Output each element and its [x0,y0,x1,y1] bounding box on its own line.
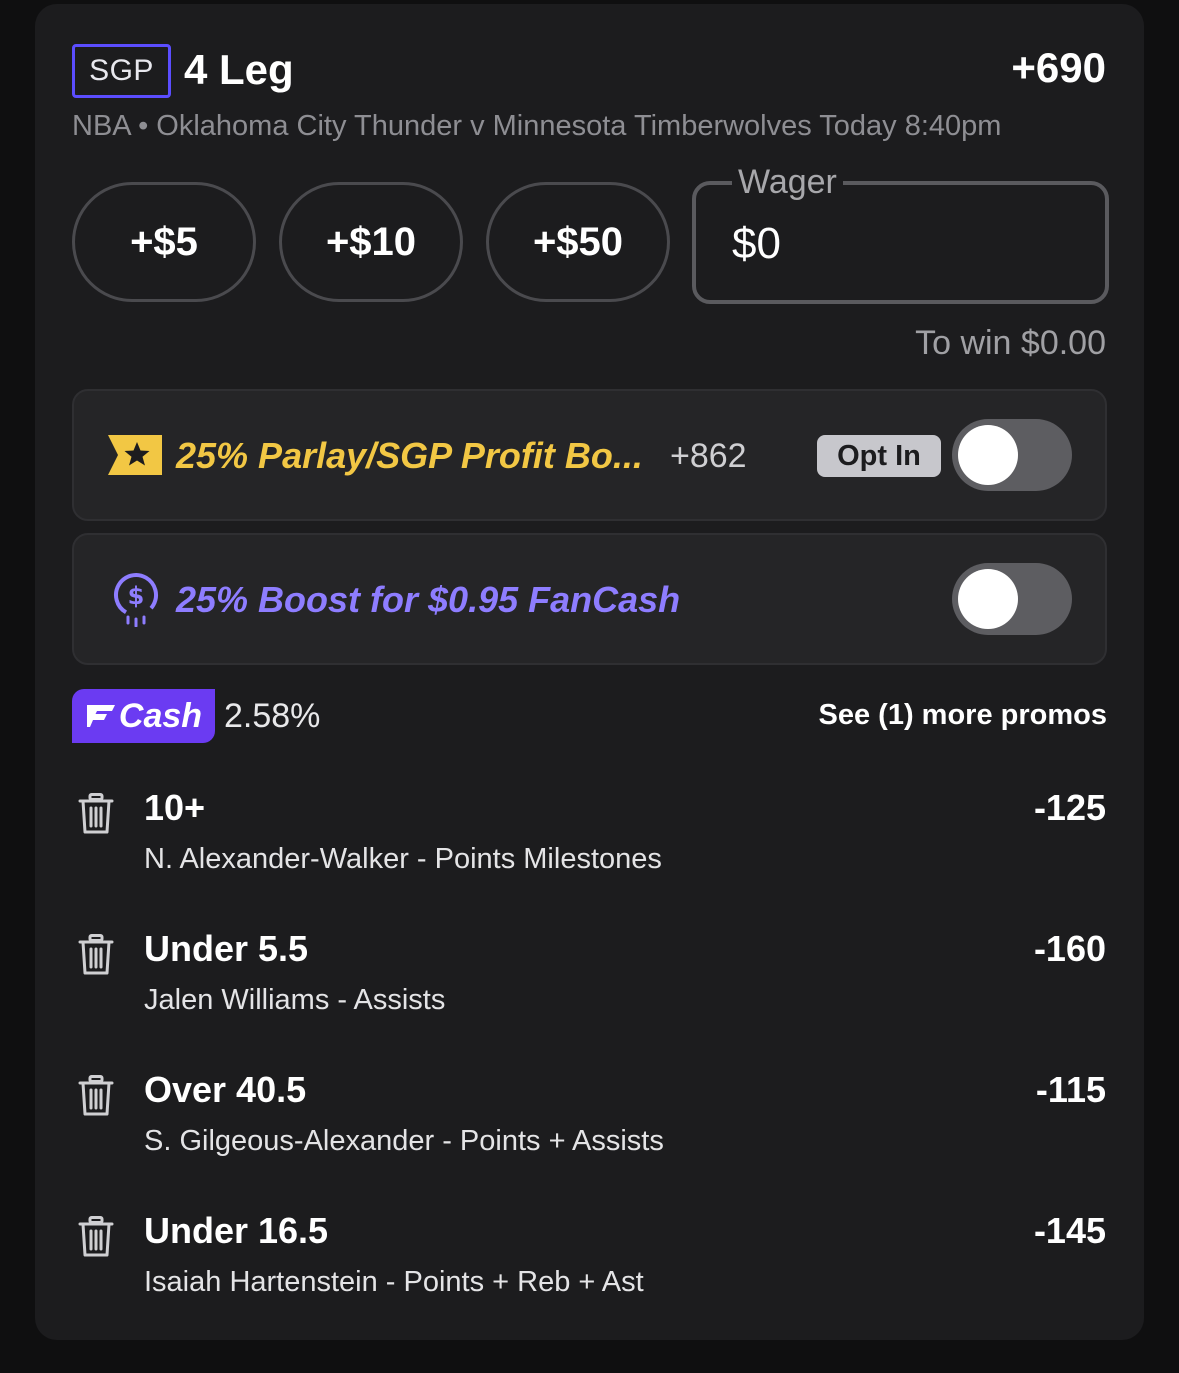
leg-selection: 10+ [144,787,206,828]
ticket-star-icon [108,435,162,480]
add-10-button[interactable]: +$10 [279,182,463,302]
sgp-badge: SGP [72,44,171,98]
fancash-percent: 2.58% [224,697,321,735]
bet-slip-card: SGP 4 Leg +690 NBA • Oklahoma City Thund… [35,4,1144,1340]
fancash-badge: Cash [72,689,215,743]
toggle-knob [958,425,1018,485]
leg-selection: Under 16.5 [144,1210,329,1251]
event-subtitle: NBA • Oklahoma City Thunder v Minnesota … [72,110,1002,142]
leg-description: Jalen Williams - Assists [144,984,446,1016]
fancash-badge-label: Cash [118,696,203,735]
fancash-boost-text: 25% Boost for $0.95 FanCash [176,579,681,620]
toggle-knob [958,569,1018,629]
leg-odds: -115 [1035,1069,1106,1110]
total-odds: +690 [1011,44,1106,91]
profit-boost-promo: 25% Parlay/SGP Profit Bo... +862 Opt In [72,389,1107,521]
leg-odds: -125 [1033,787,1106,828]
trash-icon[interactable] [78,1216,114,1263]
profit-boost-toggle[interactable] [952,419,1072,491]
leg-item: Under 5.5 Jalen Williams - Assists -160 [72,928,1106,1044]
leg-odds: -160 [1033,928,1106,969]
fancash-boost-toggle[interactable] [952,563,1072,635]
slip-header: SGP 4 Leg +690 [72,40,1106,100]
leg-item: Over 40.5 S. Gilgeous-Alexander - Points… [72,1069,1106,1185]
wager-value: $0 [732,219,781,268]
leg-description: S. Gilgeous-Alexander - Points + Assists [144,1125,664,1157]
boosted-odds: +862 [670,437,747,475]
trash-icon[interactable] [78,1075,114,1122]
fancash-boost-promo: $ 25% Boost for $0.95 FanCash [72,533,1107,665]
profit-boost-text: 25% Parlay/SGP Profit Bo... [176,435,643,476]
wager-label: Wager [732,163,843,202]
see-more-promos-link[interactable]: See (1) more promos [819,699,1107,732]
trash-icon[interactable] [78,934,114,981]
opt-in-label: Opt In [817,435,941,477]
leg-odds: -145 [1033,1210,1106,1251]
slip-title: 4 Leg [184,46,294,93]
to-win-text: To win $0.00 [915,324,1106,362]
leg-item: Under 16.5 Isaiah Hartenstein - Points +… [72,1210,1106,1326]
trash-icon[interactable] [78,793,114,840]
fancash-row: Cash 2.58% See (1) more promos [72,689,1107,743]
add-50-button[interactable]: +$50 [486,182,670,302]
fanduel-f-icon [86,705,115,727]
wager-input[interactable]: Wager $0 [692,163,1109,304]
svg-text:$: $ [128,582,145,610]
dollar-coin-icon: $ [108,573,164,632]
leg-selection: Under 5.5 [144,928,309,969]
leg-item: 10+ N. Alexander-Walker - Points Milesto… [72,787,1106,903]
leg-selection: Over 40.5 [144,1069,307,1110]
leg-description: Isaiah Hartenstein - Points + Reb + Ast [144,1266,644,1298]
leg-description: N. Alexander-Walker - Points Milestones [144,843,662,875]
add-5-button[interactable]: +$5 [72,182,256,302]
